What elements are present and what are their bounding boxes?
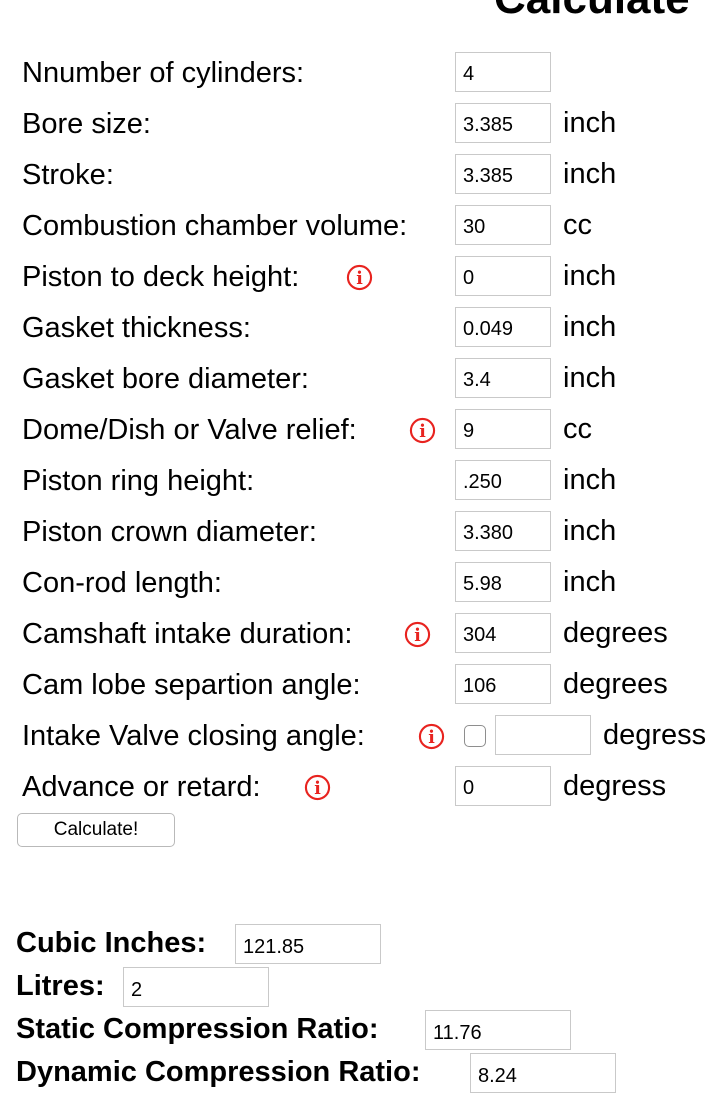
litres-output[interactable] — [123, 967, 269, 1007]
result-row-cubic-inches: Cubic Inches: — [0, 924, 722, 967]
row-label: Advance or retard: — [22, 771, 261, 803]
form-row-piston-crown-diameter: Piston crown diameter: inch — [0, 511, 722, 562]
unit-label: inch — [563, 464, 617, 496]
svg-text:i: i — [419, 422, 426, 442]
unit-label: inch — [563, 260, 617, 292]
form-row-gasket-bore-diameter: Gasket bore diameter: inch — [0, 358, 722, 409]
unit-label: degress — [563, 770, 667, 802]
row-label: Intake Valve closing angle: — [22, 720, 365, 752]
info-icon[interactable]: i — [304, 774, 331, 801]
form-row-piston-to-deck-height: Piston to deck height: i inch — [0, 256, 722, 307]
form-row-bore-size: Bore size: inch — [0, 103, 722, 154]
row-label: Nnumber of cylinders: — [22, 57, 305, 89]
stroke-input[interactable] — [455, 154, 551, 194]
piston-to-deck-height-input[interactable] — [455, 256, 551, 296]
static-compression-ratio-output[interactable] — [425, 1010, 571, 1050]
con-rod-length-input[interactable] — [455, 562, 551, 602]
form-row-combustion-chamber-volume: Combustion chamber volume: cc — [0, 205, 722, 256]
unit-label: cc — [563, 209, 592, 241]
unit-label: inch — [563, 311, 617, 343]
result-label: Cubic Inches: — [16, 927, 207, 959]
svg-text:i: i — [356, 269, 363, 289]
form-row-intake-valve-closing-angle: Intake Valve closing angle: i degress — [0, 715, 722, 766]
row-label: Cam lobe separtion angle: — [22, 669, 361, 701]
result-label: Dynamic Compression Ratio: — [16, 1056, 421, 1088]
unit-label: degress — [603, 719, 707, 751]
cubic-inches-output[interactable] — [235, 924, 381, 964]
row-label: Con-rod length: — [22, 567, 222, 599]
svg-text:i: i — [314, 779, 321, 799]
form-row-con-rod-length: Con-rod length: inch — [0, 562, 722, 613]
dynamic-compression-ratio-output[interactable] — [470, 1053, 616, 1093]
unit-label: inch — [563, 107, 617, 139]
row-label: Stroke: — [22, 159, 114, 191]
result-row-litres: Litres: — [0, 967, 722, 1010]
row-label: Combustion chamber volume: — [22, 210, 408, 242]
svg-text:i: i — [414, 626, 421, 646]
row-label: Gasket bore diameter: — [22, 363, 309, 395]
unit-label: inch — [563, 566, 617, 598]
info-icon[interactable]: i — [404, 621, 431, 648]
info-icon[interactable]: i — [418, 723, 445, 750]
info-icon[interactable]: i — [409, 417, 436, 444]
row-label: Gasket thickness: — [22, 312, 251, 344]
unit-label: degrees — [563, 617, 668, 649]
result-label: Static Compression Ratio: — [16, 1013, 379, 1045]
row-label: Bore size: — [22, 108, 151, 140]
unit-label: cc — [563, 413, 592, 445]
row-label: Dome/Dish or Valve relief: — [22, 414, 357, 446]
page-title: Calculate — [494, 0, 690, 24]
svg-text:i: i — [428, 728, 435, 748]
unit-label: inch — [563, 158, 617, 190]
combustion-chamber-volume-input[interactable] — [455, 205, 551, 245]
info-icon[interactable]: i — [346, 264, 373, 291]
intake-valve-closing-angle-input[interactable] — [495, 715, 591, 755]
unit-label: degrees — [563, 668, 668, 700]
camshaft-intake-duration-input[interactable] — [455, 613, 551, 653]
gasket-thickness-input[interactable] — [455, 307, 551, 347]
row-label: Piston to deck height: — [22, 261, 300, 293]
result-row-dynamic-compression-ratio: Dynamic Compression Ratio: — [0, 1053, 722, 1096]
result-row-static-compression-ratio: Static Compression Ratio: — [0, 1010, 722, 1053]
calculate-button[interactable]: Calculate! — [17, 813, 175, 847]
cam-lobe-separation-angle-input[interactable] — [455, 664, 551, 704]
row-label: Camshaft intake duration: — [22, 618, 353, 650]
advance-or-retard-input[interactable] — [455, 766, 551, 806]
dome-dish-valve-relief-input[interactable] — [455, 409, 551, 449]
form-row-stroke: Stroke: inch — [0, 154, 722, 205]
form-row-cam-lobe-separation-angle: Cam lobe separtion angle: degrees — [0, 664, 722, 715]
intake-valve-closing-checkbox[interactable] — [464, 725, 486, 747]
bore-size-input[interactable] — [455, 103, 551, 143]
form-row-advance-or-retard: Advance or retard: i degress — [0, 766, 722, 817]
row-label: Piston crown diameter: — [22, 516, 317, 548]
form-row-piston-ring-height: Piston ring height: inch — [0, 460, 722, 511]
unit-label: inch — [563, 515, 617, 547]
gasket-bore-diameter-input[interactable] — [455, 358, 551, 398]
piston-crown-diameter-input[interactable] — [455, 511, 551, 551]
form-row-dome-dish-valve-relief: Dome/Dish or Valve relief: i cc — [0, 409, 722, 460]
cylinders-input[interactable] — [455, 52, 551, 92]
unit-label: inch — [563, 362, 617, 394]
form-row-gasket-thickness: Gasket thickness: inch — [0, 307, 722, 358]
row-label: Piston ring height: — [22, 465, 255, 497]
piston-ring-height-input[interactable] — [455, 460, 551, 500]
form-row-camshaft-intake-duration: Camshaft intake duration: i degrees — [0, 613, 722, 664]
form-row-cylinders: Nnumber of cylinders: — [0, 52, 722, 103]
result-label: Litres: — [16, 970, 105, 1002]
